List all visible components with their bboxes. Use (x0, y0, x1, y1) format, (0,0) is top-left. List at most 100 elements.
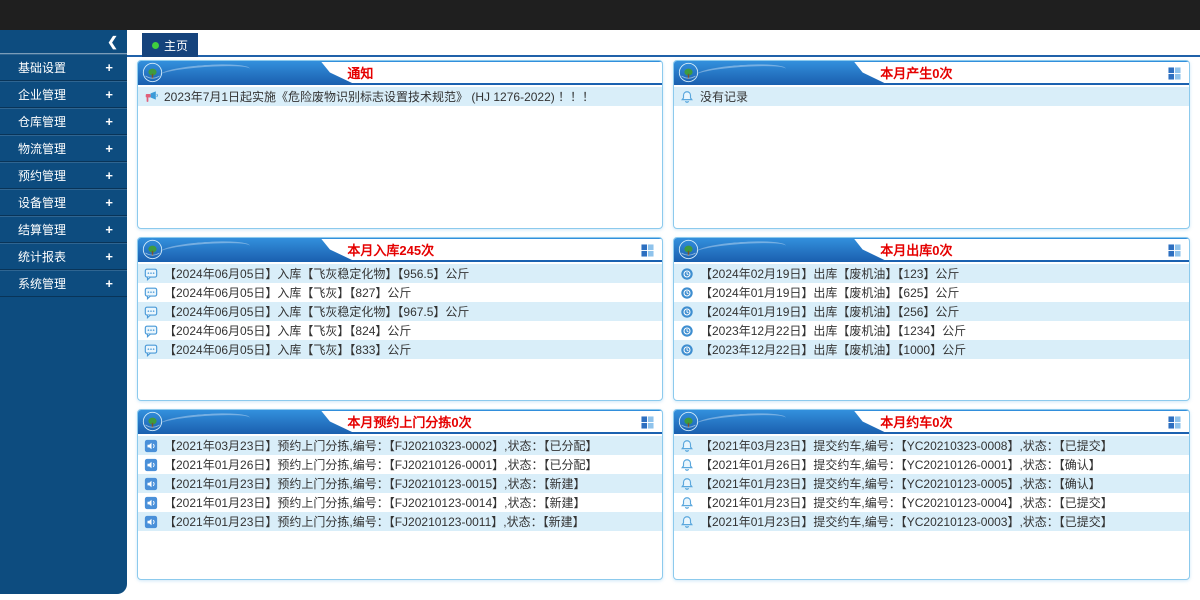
sidebar: ❮ 基础设置 + 企业管理 + 仓库管理 + 物流管理 + 预约管理 + 设备管… (0, 30, 127, 594)
sidebar-item-label: 系统管理 (18, 275, 66, 292)
plus-icon: + (105, 276, 113, 291)
tab-home-label: 主页 (164, 37, 188, 54)
speaker-icon (144, 477, 158, 491)
clock-circle-icon (680, 286, 694, 300)
dashboard-content: 通知 2023年7月1日起实施《危险废物识别标志设置技术规范》 (HJ 1276… (137, 60, 1190, 580)
comment-icon (144, 343, 158, 357)
sidebar-item-label: 仓库管理 (18, 113, 66, 130)
tab-active-dot-icon (152, 42, 159, 49)
sidebar-item-label: 设备管理 (18, 194, 66, 211)
globe-icon (142, 411, 163, 432)
tab-home[interactable]: 主页 (142, 33, 198, 57)
comment-icon (144, 324, 158, 338)
swoosh-decoration (160, 411, 251, 431)
bell-icon (680, 458, 694, 472)
plus-icon: + (105, 168, 113, 183)
sidebar-item-statistics-reports[interactable]: 统计报表 + (0, 243, 127, 270)
sidebar-item-label: 统计报表 (18, 248, 66, 265)
sorting-list-item[interactable]: 【2021年01月26日】预约上门分拣,编号：【FJ20210126-0001】… (138, 455, 662, 474)
outbound-list-item[interactable]: 【2023年12月22日】出库【废机油】【1000】公斤 (674, 340, 1189, 359)
produce-list-item[interactable]: 没有记录 (674, 87, 1189, 106)
topbar (0, 0, 1200, 30)
sidebar-item-label: 结算管理 (18, 221, 66, 238)
grid-toggle-icon[interactable] (641, 416, 654, 429)
sidebar-item-system-management[interactable]: 系统管理 + (0, 270, 127, 297)
panel-monthly-outbound-header: 本月出库0次 (674, 238, 1189, 262)
panel-notice-header: 通知 (138, 61, 662, 85)
grid-toggle-icon[interactable] (1168, 67, 1181, 80)
inbound-list-item[interactable]: 【2024年06月05日】入库【飞灰稳定化物】【967.5】公斤 (138, 302, 662, 321)
sidebar-item-label: 预约管理 (18, 167, 66, 184)
sidebar-item-logistics-management[interactable]: 物流管理 + (0, 135, 127, 162)
plus-icon: + (105, 141, 113, 156)
plus-icon: + (105, 249, 113, 264)
swoosh-decoration (696, 239, 787, 259)
vehicle-list-item[interactable]: 【2021年01月23日】提交约车,编号：【YC20210123-0004】,状… (674, 493, 1189, 512)
outbound-list-item[interactable]: 【2024年01月19日】出库【废机油】【625】公斤 (674, 283, 1189, 302)
sorting-list-item[interactable]: 【2021年01月23日】预约上门分拣,编号：【FJ20210123-0014】… (138, 493, 662, 512)
globe-icon (678, 62, 699, 83)
bell-icon (680, 515, 694, 529)
sidebar-collapse-row: ❮ (0, 30, 127, 54)
sidebar-item-basic-settings[interactable]: 基础设置 + (0, 54, 127, 81)
panel-monthly-outbound-title: 本月出库0次 (854, 240, 952, 259)
collapse-sidebar-icon[interactable]: ❮ (107, 34, 118, 49)
panel-monthly-door-sorting-header: 本月预约上门分拣0次 (138, 410, 662, 434)
vehicle-list-item[interactable]: 【2021年01月23日】提交约车,编号：【YC20210123-0005】,状… (674, 474, 1189, 493)
grid-toggle-icon[interactable] (1168, 244, 1181, 257)
comment-icon (144, 305, 158, 319)
plus-icon: + (105, 222, 113, 237)
outbound-list-item[interactable]: 【2024年01月19日】出库【废机油】【256】公斤 (674, 302, 1189, 321)
panel-monthly-vehicle-booking-header: 本月约车0次 (674, 410, 1189, 434)
grid-toggle-icon[interactable] (1168, 416, 1181, 429)
inbound-list-item[interactable]: 【2024年06月05日】入库【飞灰稳定化物】【956.5】公斤 (138, 264, 662, 283)
comment-icon (144, 267, 158, 281)
globe-icon (142, 62, 163, 83)
outbound-list-item[interactable]: 【2023年12月22日】出库【废机油】【1234】公斤 (674, 321, 1189, 340)
sorting-list-item[interactable]: 【2021年01月23日】预约上门分拣,编号：【FJ20210123-0011】… (138, 512, 662, 531)
sidebar-item-enterprise-management[interactable]: 企业管理 + (0, 81, 127, 108)
panel-monthly-outbound: 本月出库0次 【2024年02月19日】出库【废机油】【123】公斤 【2024… (673, 237, 1190, 401)
sorting-list-item[interactable]: 【2021年03月23日】预约上门分拣,编号：【FJ20210323-0002】… (138, 436, 662, 455)
panel-monthly-produce-title: 本月产生0次 (854, 63, 952, 82)
sidebar-item-equipment-management[interactable]: 设备管理 + (0, 189, 127, 216)
outbound-list-item[interactable]: 【2024年02月19日】出库【废机油】【123】公斤 (674, 264, 1189, 283)
vehicle-list-item[interactable]: 【2021年01月23日】提交约车,编号：【YC20210123-0003】,状… (674, 512, 1189, 531)
inbound-list-item[interactable]: 【2024年06月05日】入库【飞灰】【833】公斤 (138, 340, 662, 359)
notice-list-item[interactable]: 2023年7月1日起实施《危险废物识别标志设置技术规范》 (HJ 1276-20… (138, 87, 662, 106)
sidebar-item-label: 企业管理 (18, 86, 66, 103)
sidebar-item-reservation-management[interactable]: 预约管理 + (0, 162, 127, 189)
clock-circle-icon (680, 324, 694, 338)
swoosh-decoration (696, 411, 787, 431)
inbound-list-item[interactable]: 【2024年06月05日】入库【飞灰】【824】公斤 (138, 321, 662, 340)
sidebar-item-warehouse-management[interactable]: 仓库管理 + (0, 108, 127, 135)
panel-monthly-vehicle-booking-title: 本月约车0次 (854, 412, 952, 431)
vehicle-list-item[interactable]: 【2021年03月23日】提交约车,编号：【YC20210323-0008】,状… (674, 436, 1189, 455)
megaphone-icon (144, 90, 158, 104)
globe-icon (678, 239, 699, 260)
inbound-list-item[interactable]: 【2024年06月05日】入库【飞灰】【827】公斤 (138, 283, 662, 302)
sidebar-item-settlement-management[interactable]: 结算管理 + (0, 216, 127, 243)
globe-icon (678, 411, 699, 432)
sidebar-item-label: 物流管理 (18, 140, 66, 157)
panel-monthly-inbound-header: 本月入库245次 (138, 238, 662, 262)
clock-circle-icon (680, 343, 694, 357)
plus-icon: + (105, 87, 113, 102)
plus-icon: + (105, 60, 113, 75)
grid-toggle-icon[interactable] (641, 244, 654, 257)
plus-icon: + (105, 114, 113, 129)
swoosh-decoration (160, 239, 251, 259)
bell-icon (680, 496, 694, 510)
panel-monthly-inbound: 本月入库245次 【2024年06月05日】入库【飞灰稳定化物】【956.5】公… (137, 237, 663, 401)
sidebar-item-label: 基础设置 (18, 59, 66, 76)
speaker-icon (144, 458, 158, 472)
panel-monthly-produce-header: 本月产生0次 (674, 61, 1189, 85)
vehicle-list-item[interactable]: 【2021年01月26日】提交约车,编号：【YC20210126-0001】,状… (674, 455, 1189, 474)
panel-notice-title: 通知 (321, 63, 373, 82)
panel-monthly-inbound-title: 本月入库245次 (321, 240, 434, 259)
speaker-icon (144, 515, 158, 529)
sorting-list-item[interactable]: 【2021年01月23日】预约上门分拣,编号：【FJ20210123-0015】… (138, 474, 662, 493)
clock-circle-icon (680, 267, 694, 281)
plus-icon: + (105, 195, 113, 210)
swoosh-decoration (160, 62, 251, 82)
